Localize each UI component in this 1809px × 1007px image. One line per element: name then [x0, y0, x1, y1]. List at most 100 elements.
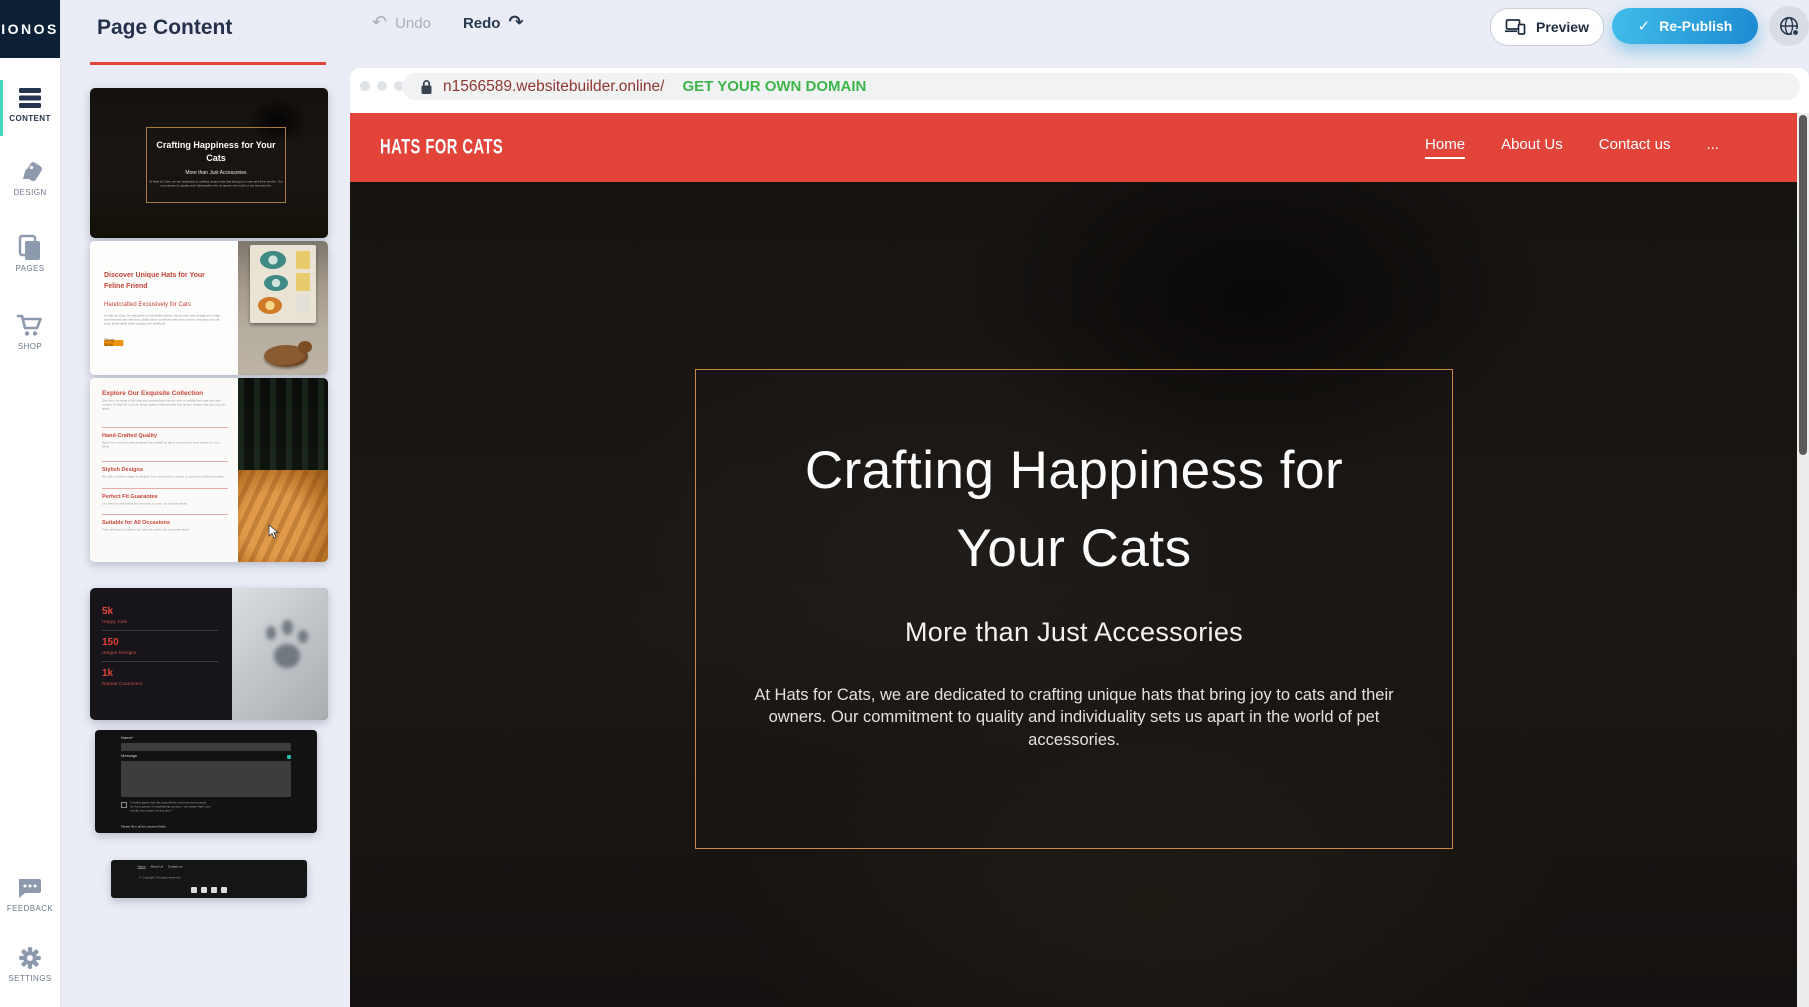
thumb-feature-title: Perfect Fit Guarantee	[102, 494, 228, 500]
preview-devices-icon	[1505, 18, 1527, 36]
pages-icon	[0, 236, 60, 260]
stat-value: 5k	[102, 606, 218, 617]
app-sidebar: IONOS CONTENT DESIGN PAGES	[0, 0, 61, 1007]
stat-value: 150	[102, 637, 218, 648]
thumb-hero-box: Crafting Happiness for Your Cats More th…	[146, 127, 286, 203]
thumb-feature-title: Stylish Designs	[102, 467, 228, 473]
address-bar[interactable]: n1566589.websitebuilder.online/ GET YOUR…	[402, 73, 1800, 100]
thumb-feature-text: Each hat is meticulously designed and cr…	[102, 441, 228, 449]
sidebar-item-feedback[interactable]: FEEDBACK	[0, 876, 60, 913]
form-message-label: Message	[121, 754, 137, 759]
sidebar-item-settings[interactable]: SETTINGS	[0, 946, 60, 983]
sidebar-item-label: PAGES	[0, 264, 60, 273]
thumb-hero-title: Crafting Happiness for Your Cats	[147, 139, 285, 165]
thumbnail-hero-section[interactable]: Crafting Happiness for Your Cats More th…	[90, 88, 328, 238]
thumb-hero-subtitle: More than Just Accessories	[147, 170, 285, 176]
design-icon	[0, 160, 60, 184]
mouse-cursor	[268, 524, 280, 540]
history-toolbar: ↶ Undo Redo ↷	[372, 14, 524, 32]
thumb-feature-text: We offer a diverse range of designs, fro…	[102, 475, 228, 479]
thumb-shop-now-button: Shop Now	[104, 340, 124, 346]
site-preview-frame: n1566589.websitebuilder.online/ GET YOUR…	[350, 68, 1809, 1007]
sidebar-item-content[interactable]: CONTENT	[0, 86, 60, 123]
preview-label: Preview	[1536, 19, 1589, 35]
form-name-label: Name*	[121, 736, 257, 741]
thumbnail-stats-section[interactable]: 5k Happy Cats 150 Unique Designs 1k Repe…	[90, 588, 328, 720]
footer-link: About Us	[151, 865, 163, 869]
sidebar-item-design[interactable]: DESIGN	[0, 160, 60, 197]
nav-contact-us[interactable]: Contact us	[1599, 136, 1671, 159]
check-icon: ✓	[1638, 17, 1651, 35]
shop-cart-icon	[0, 314, 60, 338]
thumb-features-intro: Dive into our range of cat hats and acce…	[102, 399, 228, 411]
nav-home[interactable]: Home	[1425, 136, 1465, 159]
panel-title-underline	[90, 62, 326, 65]
hero-title-line2: Your Cats	[696, 510, 1452, 588]
thumb-about-subtitle: Handcrafted Exclusively for Cats	[104, 302, 226, 308]
redo-label: Redo	[463, 15, 501, 32]
page-title: Page Content	[97, 16, 232, 40]
footer-link: Contact us	[168, 865, 182, 869]
consent-checkbox	[121, 802, 127, 808]
form-name-input	[121, 743, 291, 751]
window-dots	[360, 81, 404, 91]
site-header: HATS FOR CATS Home About Us Contact us .…	[350, 113, 1797, 182]
cat-photo	[264, 345, 308, 367]
sidebar-item-shop[interactable]: SHOP	[0, 314, 60, 351]
thumb-features-photo	[238, 378, 328, 562]
thumb-about-title: Discover Unique Hats for Your Feline Fri…	[104, 271, 226, 292]
nav-about-us[interactable]: About Us	[1501, 136, 1563, 159]
required-note: Please fill in all the required fields	[121, 825, 291, 829]
site-brand[interactable]: HATS FOR CATS	[380, 136, 503, 160]
undo-label: Undo	[395, 15, 431, 32]
undo-button[interactable]: ↶ Undo	[372, 14, 431, 32]
thumb-feature-text: Our hats fit comfortably and securely, s…	[102, 502, 228, 506]
site-hero-background: Crafting Happiness for Your Cats More th…	[350, 182, 1809, 1007]
get-domain-link[interactable]: GET YOUR OWN DOMAIN	[682, 78, 866, 95]
feedback-icon	[0, 876, 60, 900]
republish-label: Re-Publish	[1659, 18, 1732, 34]
footer-social-icons	[191, 887, 227, 893]
thumb-feature-text: From birthdays to parties, our hats are …	[102, 528, 228, 532]
nav-more-menu[interactable]: ...	[1706, 136, 1719, 159]
sidebar-item-label: DESIGN	[0, 188, 60, 197]
gear-icon	[0, 946, 60, 970]
thumbnail-features-section[interactable]: Explore Our Exquisite Collection Dive in…	[90, 378, 328, 562]
thumb-about-photo	[238, 241, 328, 375]
preview-scrollbar-track[interactable]	[1797, 113, 1809, 1007]
stat-label: Unique Designs	[102, 650, 218, 655]
sidebar-item-label: CONTENT	[0, 114, 60, 123]
preview-button[interactable]: Preview	[1490, 8, 1604, 46]
thumb-feature-title: Hand-Crafted Quality	[102, 433, 228, 439]
thumbnail-about-section[interactable]: Discover Unique Hats for Your Feline Fri…	[90, 241, 328, 375]
stat-value: 1k	[102, 668, 218, 679]
stat-label: Repeat Customers	[102, 681, 218, 686]
republish-button[interactable]: ✓ Re-Publish	[1612, 8, 1758, 44]
site-nav: Home About Us Contact us ...	[1425, 136, 1719, 159]
language-globe-button[interactable]	[1769, 6, 1809, 46]
sidebar-item-label: SHOP	[0, 342, 60, 351]
stat-label: Happy Cats	[102, 619, 218, 624]
thumbnail-footer-section[interactable]: Home About Us Contact us © Copyright. Al…	[111, 860, 307, 898]
thumb-features-title: Explore Our Exquisite Collection	[102, 390, 228, 397]
form-message-textarea	[121, 761, 291, 797]
sidebar-item-label: FEEDBACK	[0, 904, 60, 913]
thumbnail-contact-section[interactable]: Name* Message I hereby agree that this d…	[95, 730, 317, 833]
selected-hero-block[interactable]: Crafting Happiness for Your Cats More th…	[695, 369, 1453, 849]
ionos-logo: IONOS	[0, 0, 60, 58]
form-edit-icon	[287, 755, 291, 759]
browser-chrome: n1566589.websitebuilder.online/ GET YOUR…	[350, 68, 1809, 113]
thumb-about-body: At Hats for Cats, we specialize in beaut…	[104, 314, 226, 326]
thumb-paw-photo	[232, 588, 328, 720]
hero-paragraph: At Hats for Cats, we are dedicated to cr…	[749, 684, 1399, 751]
redo-icon: ↷	[508, 14, 523, 32]
preview-scrollbar-thumb[interactable]	[1799, 115, 1807, 455]
globe-icon	[1778, 15, 1800, 37]
consent-text: I hereby agree that this data will be st…	[130, 801, 211, 813]
footer-link: Home	[138, 865, 146, 869]
sidebar-item-pages[interactable]: PAGES	[0, 236, 60, 273]
footer-copyright: © Copyright. All rights reserved.	[111, 876, 258, 880]
redo-button[interactable]: Redo ↷	[463, 14, 524, 32]
lock-icon	[420, 79, 433, 95]
footer-links: Home About Us Contact us	[111, 865, 258, 869]
